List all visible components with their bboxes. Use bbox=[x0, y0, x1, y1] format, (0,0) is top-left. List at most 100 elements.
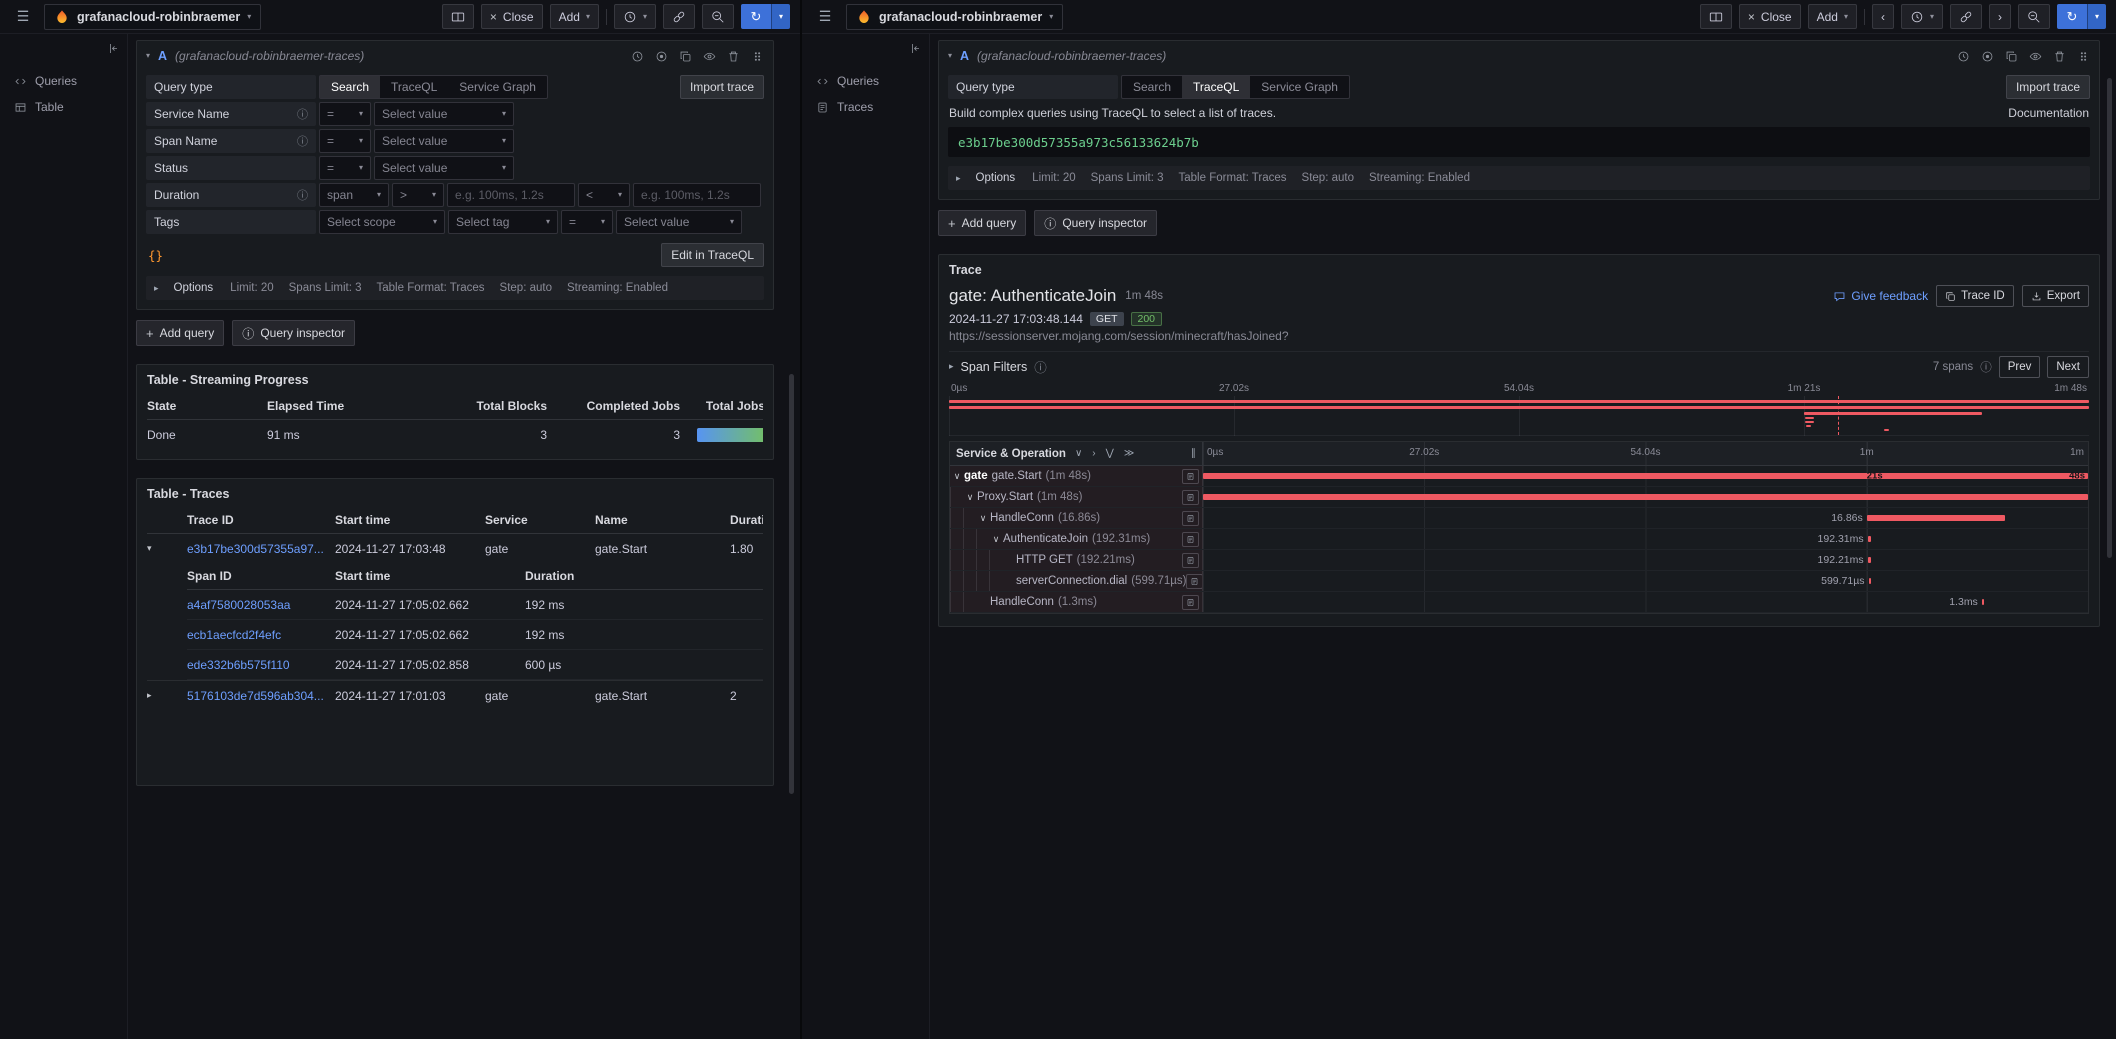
sidebar-item-queries[interactable]: Queries bbox=[808, 68, 923, 94]
span-name-operator-select[interactable]: =▾ bbox=[319, 129, 371, 153]
status-value-select[interactable]: Select value▾ bbox=[374, 156, 514, 180]
edit-in-traceql-button[interactable]: Edit in TraceQL bbox=[661, 243, 764, 267]
span-name-cell[interactable]: HTTP GET (192.21ms) bbox=[950, 550, 1203, 570]
duplicate-query-icon[interactable] bbox=[679, 50, 692, 63]
span-name-value-select[interactable]: Select value▾ bbox=[374, 129, 514, 153]
prev-span-button[interactable]: Prev bbox=[1999, 356, 2041, 378]
query-stats-icon[interactable] bbox=[655, 50, 668, 63]
column-header[interactable]: Total Jobs bbox=[680, 393, 763, 419]
tags-value-select[interactable]: Select value▾ bbox=[616, 210, 742, 234]
column-header[interactable]: Duration bbox=[525, 563, 685, 589]
time-shift-forward-button[interactable]: › bbox=[1989, 4, 2011, 29]
column-header[interactable]: Duration bbox=[730, 507, 763, 533]
column-header[interactable]: State bbox=[147, 393, 267, 419]
span-bar[interactable] bbox=[1868, 557, 1872, 563]
span-logs-button[interactable] bbox=[1182, 532, 1199, 547]
column-header[interactable]: Start time bbox=[335, 563, 525, 589]
close-split-button[interactable]: ×Close bbox=[1739, 4, 1801, 29]
span-bar[interactable]: 21s 48s bbox=[1203, 473, 2088, 479]
query-inspector-button[interactable]: ⓘQuery inspector bbox=[1034, 210, 1157, 236]
span-logs-button[interactable] bbox=[1182, 490, 1199, 505]
time-shift-back-button[interactable]: ‹ bbox=[1872, 4, 1894, 29]
options-summary-row[interactable]: ▸ Options Limit: 20 Spans Limit: 3 Table… bbox=[146, 276, 764, 300]
options-summary-row[interactable]: ▸ Options Limit: 20 Spans Limit: 3 Table… bbox=[948, 166, 2090, 190]
span-timeline[interactable]: 16.86s bbox=[1203, 508, 2088, 528]
span-row[interactable]: ∨ HandleConn (16.86s) 16.86s bbox=[950, 508, 2088, 529]
service-name-value-select[interactable]: Select value▾ bbox=[374, 102, 514, 126]
span-expander-icon[interactable]: ∨ bbox=[963, 492, 977, 503]
span-expander-icon[interactable]: ∨ bbox=[976, 513, 990, 524]
duration-gt-select[interactable]: >▾ bbox=[392, 183, 444, 207]
add-query-button[interactable]: +Add query bbox=[136, 320, 224, 346]
tags-operator-select[interactable]: =▾ bbox=[561, 210, 613, 234]
drag-handle-icon[interactable] bbox=[751, 50, 764, 63]
toggle-visibility-icon[interactable] bbox=[2029, 50, 2042, 63]
duration-max-input[interactable] bbox=[633, 183, 761, 207]
tab-service-graph[interactable]: Service Graph bbox=[1250, 76, 1349, 98]
span-row[interactable]: HandleConn (1.3ms) 1.3ms bbox=[950, 592, 2088, 613]
share-link-button[interactable] bbox=[663, 4, 695, 29]
row-expander-icon[interactable]: ▾ bbox=[147, 543, 152, 554]
remove-query-icon[interactable] bbox=[727, 50, 740, 63]
span-timeline[interactable]: 599.71µs bbox=[1203, 571, 2088, 591]
next-span-button[interactable]: Next bbox=[2047, 356, 2089, 378]
span-timeline[interactable]: 1.3ms bbox=[1203, 592, 2088, 612]
sidebar-item-traces[interactable]: Traces bbox=[808, 94, 923, 120]
span-logs-button[interactable] bbox=[1182, 511, 1199, 526]
span-row[interactable]: ∨ Proxy.Start (1m 48s) bbox=[950, 487, 2088, 508]
column-header[interactable]: Trace ID bbox=[187, 507, 335, 533]
minimap-canvas[interactable] bbox=[949, 396, 2089, 436]
span-timeline[interactable]: 192.21ms bbox=[1203, 550, 2088, 570]
datasource-picker[interactable]: grafanacloud-robinbraemer ▾ bbox=[846, 4, 1063, 30]
export-button[interactable]: Export bbox=[2022, 285, 2089, 307]
collapse-query-icon[interactable]: ▾ bbox=[146, 52, 150, 60]
time-picker-button[interactable]: ▾ bbox=[1901, 4, 1943, 29]
span-row[interactable]: HTTP GET (192.21ms) 192.21ms bbox=[950, 550, 2088, 571]
refresh-interval-button[interactable]: ▾ bbox=[2087, 4, 2106, 29]
toggle-visibility-icon[interactable] bbox=[703, 50, 716, 63]
span-filters-row[interactable]: ▸ Span Filters ⓘ 7 spans ⓘ Prev Next bbox=[949, 351, 2089, 381]
import-trace-button[interactable]: Import trace bbox=[680, 75, 764, 99]
tags-scope-select[interactable]: Select scope▾ bbox=[319, 210, 445, 234]
refresh-interval-button[interactable]: ▾ bbox=[771, 4, 790, 29]
drag-handle-icon[interactable] bbox=[2077, 50, 2090, 63]
sidebar-item-table[interactable]: Table bbox=[6, 94, 121, 120]
query-inspector-button[interactable]: ⓘQuery inspector bbox=[232, 320, 355, 346]
column-resizer-handle[interactable]: ∥ bbox=[1191, 448, 1196, 459]
zoom-out-button[interactable] bbox=[2018, 4, 2050, 29]
span-row[interactable]: ∨ AuthenticateJoin (192.31ms) 192.31ms bbox=[950, 529, 2088, 550]
collapse-query-icon[interactable]: ▾ bbox=[948, 52, 952, 60]
import-trace-button[interactable]: Import trace bbox=[2006, 75, 2090, 99]
split-view-button[interactable] bbox=[442, 4, 474, 29]
service-name-operator-select[interactable]: =▾ bbox=[319, 102, 371, 126]
query-history-icon[interactable] bbox=[631, 50, 644, 63]
column-header[interactable]: Elapsed Time bbox=[267, 393, 417, 419]
query-stats-icon[interactable] bbox=[1981, 50, 1994, 63]
column-header[interactable]: Service bbox=[485, 507, 595, 533]
column-header[interactable]: Start time bbox=[335, 507, 485, 533]
duration-lt-select[interactable]: <▾ bbox=[578, 183, 630, 207]
scrollbar-thumb[interactable] bbox=[2107, 78, 2112, 558]
collapse-one-icon[interactable]: ⋁ bbox=[1105, 448, 1115, 459]
query-row-header[interactable]: ▾ A (grafanacloud-robinbraemer-traces) bbox=[939, 41, 2099, 71]
collapse-sidebar-icon[interactable] bbox=[908, 42, 921, 55]
column-header[interactable]: Span ID bbox=[187, 563, 335, 589]
column-header[interactable]: Total Blocks bbox=[417, 393, 547, 419]
documentation-link[interactable]: Documentation bbox=[2008, 106, 2089, 120]
scrollbar-thumb[interactable] bbox=[789, 374, 794, 794]
add-button[interactable]: Add▾ bbox=[1808, 4, 1857, 29]
menu-button[interactable]: ☰ bbox=[10, 5, 36, 29]
column-header[interactable]: Name bbox=[595, 507, 730, 533]
status-operator-select[interactable]: =▾ bbox=[319, 156, 371, 180]
query-history-icon[interactable] bbox=[1957, 50, 1970, 63]
column-header[interactable]: Completed Jobs bbox=[547, 393, 680, 419]
datasource-picker[interactable]: grafanacloud-robinbraemer ▾ bbox=[44, 4, 261, 30]
span-row[interactable]: ∨ gate gate.Start (1m 48s) 21s 48s bbox=[950, 466, 2088, 487]
span-expander-icon[interactable]: ∨ bbox=[950, 471, 964, 482]
menu-button[interactable]: ☰ bbox=[812, 5, 838, 29]
span-id-link[interactable]: a4af7580028053aa bbox=[187, 590, 335, 619]
span-logs-button[interactable] bbox=[1182, 469, 1199, 484]
tab-search[interactable]: Search bbox=[1122, 76, 1182, 98]
span-timeline[interactable] bbox=[1203, 487, 2088, 507]
tab-traceql[interactable]: TraceQL bbox=[380, 76, 448, 98]
